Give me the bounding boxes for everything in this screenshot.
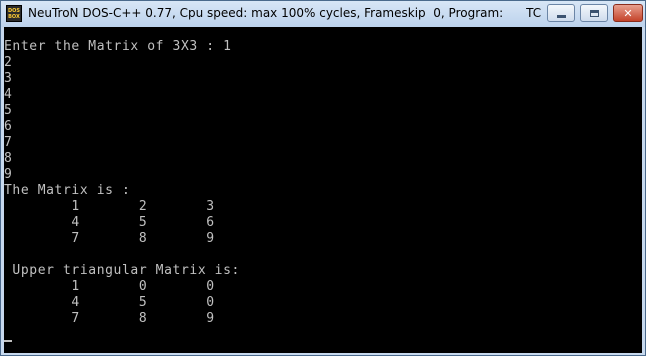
minimize-icon [556,14,566,18]
console-line: 8 [4,151,13,166]
maximize-icon [589,9,599,17]
dosbox-icon[interactable]: DOS BOX [6,5,22,22]
title-bar[interactable]: DOS BOX NeuTroN DOS-C++ 0.77, Cpu speed:… [1,1,645,27]
icon-text-line2: BOX [8,13,20,20]
console-line: Enter the Matrix of 3X3 : 1 [4,39,232,54]
console-line: 7 8 9 [4,231,215,246]
console-line: 7 8 9 [4,311,215,326]
minimize-button[interactable] [547,4,575,22]
maximize-button[interactable] [580,4,608,22]
console-line: 4 5 0 [4,295,215,310]
console-line: 1 2 3 [4,199,215,214]
text-cursor [4,340,12,342]
console-line: 4 5 6 [4,215,215,230]
console-text: Enter the Matrix of 3X3 : 1 2 3 4 5 6 7 … [4,39,240,327]
window-title: NeuTroN DOS-C++ 0.77, Cpu speed: max 100… [28,6,542,20]
close-button[interactable]: ✕ [613,4,643,22]
console-line: The Matrix is : [4,183,131,198]
console-line: 2 [4,55,13,70]
console-line: 4 [4,87,13,102]
console-line: 9 [4,167,13,182]
console-line: 6 [4,119,13,134]
console-line: 7 [4,135,13,150]
dosbox-window: DOS BOX NeuTroN DOS-C++ 0.77, Cpu speed:… [0,0,646,356]
close-icon: ✕ [623,6,633,20]
console-line: Upper triangular Matrix is: [4,263,240,278]
console-output[interactable]: Enter the Matrix of 3X3 : 1 2 3 4 5 6 7 … [4,27,642,353]
console-line: 3 [4,71,13,86]
console-line: 5 [4,103,13,118]
console-line: 1 0 0 [4,279,215,294]
